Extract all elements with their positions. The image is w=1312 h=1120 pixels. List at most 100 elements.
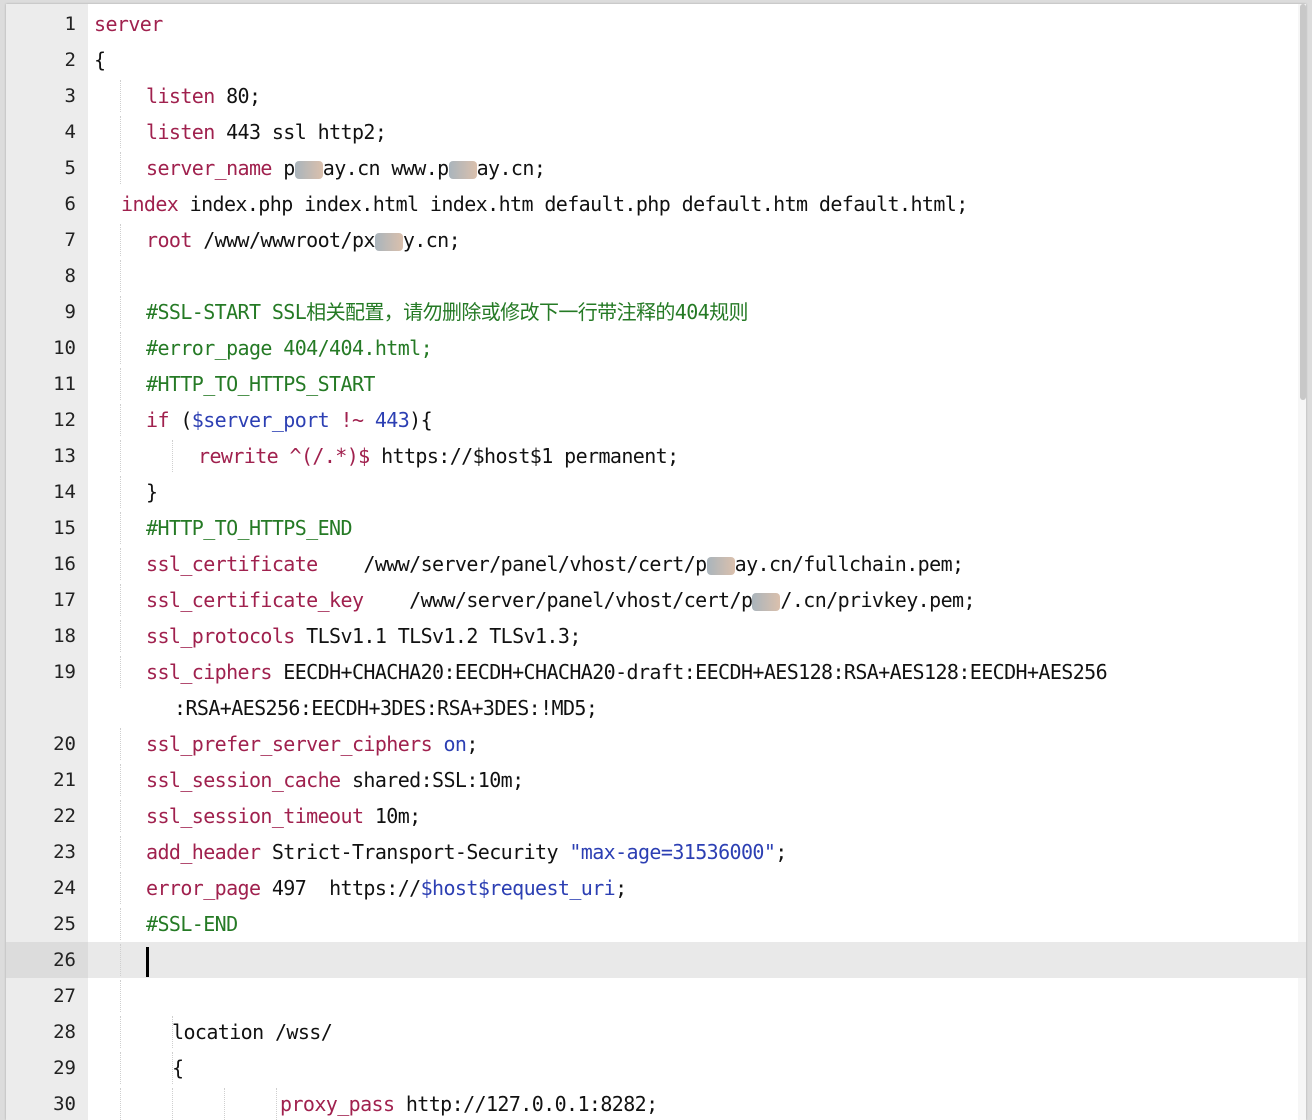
line-number: 5 [64,157,76,179]
directive: root [146,228,192,252]
indent-guide [94,798,146,834]
line-number: 8 [64,265,76,287]
directive: server_name [146,156,272,180]
code-line[interactable]: 2 { [6,42,1306,78]
code-line[interactable]: 13 rewrite ^(/.*)$ https://$host$1 perma… [6,438,1306,474]
indent-guide [94,1086,146,1120]
directive: add_header [146,840,261,864]
directive: ssl_certificate [146,552,318,576]
indent-guide [94,546,146,582]
indent-guide [94,150,146,186]
code-line[interactable]: 9 #SSL-START SSL相关配置，请勿删除或修改下一行带注释的404规则 [6,294,1306,330]
code-text: /www/server/panel/vhost/cert/p [363,588,753,612]
code-line[interactable]: 11 #HTTP_TO_HTTPS_START [6,366,1306,402]
indent-guide [94,474,146,510]
line-number: 6 [64,193,76,215]
code-text: Strict-Transport-Security [260,840,570,864]
directive: ssl_protocols [146,624,295,648]
line-number: 9 [64,301,76,323]
code-text: 497 https:// [260,876,421,900]
line-number: 21 [53,769,76,791]
line-number: 15 [53,517,76,539]
code-line[interactable]: 28 location /wss/ [6,1014,1306,1050]
code-line[interactable]: 23 add_header Strict-Transport-Security … [6,834,1306,870]
code-text: ; [775,840,787,864]
code-line[interactable]: 30 proxy_pass http://127.0.0.1:8282; [6,1086,1306,1120]
code-line[interactable]: 17 ssl_certificate_key /www/server/panel… [6,582,1306,618]
code-line[interactable]: 24 error_page 497 https://$host$request_… [6,870,1306,906]
line-number: 17 [53,589,76,611]
code-line[interactable]: 6 index index.php index.html index.htm d… [6,186,1306,222]
indent-guide [94,258,146,294]
code-text: ; [466,732,478,756]
code-line[interactable]: 10 #error_page 404/404.html; [6,330,1306,366]
code-line[interactable]: 27 [6,978,1306,1014]
indent-guide [94,114,146,150]
code-line[interactable]: 19 ssl_ciphers EECDH+CHACHA20:EECDH+CHAC… [6,654,1306,726]
text-cursor [146,946,149,977]
code-line[interactable]: 1 server [6,6,1306,42]
code-text: ay.cn www.p [322,156,449,180]
indent-guide [94,762,146,798]
line-number: 19 [53,661,76,683]
line-number: 7 [64,229,76,251]
line-number: 24 [53,877,76,899]
code-editor[interactable]: 1 server 2 { 3 listen 80; 4 listen 443 s… [6,4,1306,1120]
variable: $host$request_uri [420,876,616,900]
code-text: EECDH+CHACHA20:EECDH+CHACHA20-draft:EECD… [271,660,1108,684]
code-line[interactable]: 5 server_name p ay.cn www.p ay.cn; [6,150,1306,186]
directive: rewrite [198,444,279,468]
line-number: 27 [53,985,76,1007]
code-text: location /wss/ [172,1020,333,1044]
indent-guide [94,78,146,114]
line-number: 16 [53,553,76,575]
code-lines[interactable]: 1 server 2 { 3 listen 80; 4 listen 443 s… [6,6,1306,1120]
comment-text: #SSL-END [146,912,238,936]
code-line[interactable]: 22 ssl_session_timeout 10m; [6,798,1306,834]
code-text: shared:SSL:10m; [340,768,524,792]
code-text: p [271,156,295,180]
indent-guide [94,402,146,438]
code-text: 443 ssl http2; [214,120,387,144]
keyword: if [146,408,169,432]
directive: listen [146,120,215,144]
code-text: 80; [214,84,261,108]
code-line[interactable]: 18 ssl_protocols TLSv1.1 TLSv1.2 TLSv1.3… [6,618,1306,654]
code-line[interactable]: 16 ssl_certificate /www/server/panel/vho… [6,546,1306,582]
code-text: index.php index.html index.htm default.p… [178,192,969,216]
code-line[interactable]: 4 listen 443 ssl http2; [6,114,1306,150]
directive: ssl_certificate_key [146,588,364,612]
wrapped-continuation: :RSA+AES256:EECDH+3DES:RSA+3DES:!MD5; [174,696,598,720]
indent-guide [94,366,146,402]
code-line[interactable]: 25 #SSL-END [6,906,1306,942]
line-number: 29 [53,1057,76,1079]
directive: index [121,192,179,216]
code-line[interactable]: 15 #HTTP_TO_HTTPS_END [6,510,1306,546]
code-line[interactable]: 8 [6,258,1306,294]
indent-guide [146,438,198,474]
redaction-blur [706,556,735,575]
indent-guide [94,582,146,618]
code-line[interactable]: 7 root /www/wwwroot/px y.cn; [6,222,1306,258]
string-literal: "max-age=31536000" [569,840,776,864]
directive: ssl_ciphers [146,660,272,684]
directive: ssl_prefer_server_ciphers [146,732,433,756]
code-line[interactable]: 29 { [6,1050,1306,1086]
code-text: https://$host$1 permanent; [369,444,679,468]
code-line[interactable]: 20 ssl_prefer_server_ciphers on; [6,726,1306,762]
line-number: 28 [53,1021,76,1043]
code-text: ay.cn/fullchain.pem; [734,552,964,576]
code-line[interactable]: 14 } [6,474,1306,510]
code-text: /www/wwwroot/px [191,228,375,252]
redaction-blur [374,232,403,251]
code-text: { [172,1056,184,1080]
redaction-blur [294,160,323,179]
code-text: /.cn/privkey.pem; [780,588,975,612]
code-line[interactable]: 21 ssl_session_cache shared:SSL:10m; [6,762,1306,798]
indent-guide [94,942,146,978]
code-line-active[interactable]: 26 [6,942,1306,978]
code-line[interactable]: 12 if ($server_port !~ 443){ [6,402,1306,438]
line-number: 30 [53,1093,76,1115]
code-line[interactable]: 3 listen 80; [6,78,1306,114]
comment-text: #SSL-START SSL相关配置，请勿删除或修改下一行带注释的404规则 [146,300,749,324]
